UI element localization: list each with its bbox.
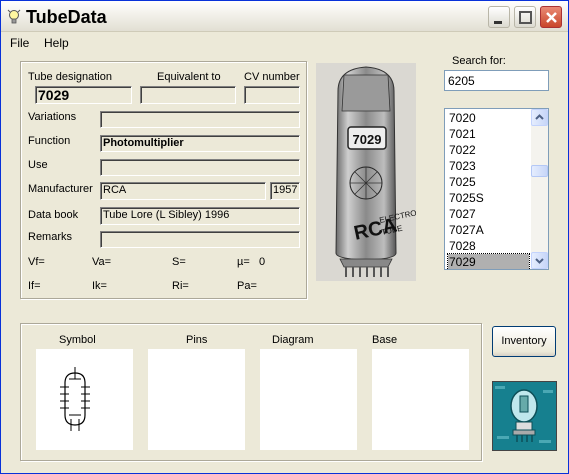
year-field[interactable]: 1957 xyxy=(270,182,300,200)
param-ri: Ri= xyxy=(172,280,189,292)
tube-logo-icon xyxy=(493,382,556,450)
diagram-panel[interactable] xyxy=(260,349,357,450)
symbol-panel[interactable] xyxy=(36,349,133,450)
manufacturer-value: RCA xyxy=(103,184,127,196)
param-mu: µ= xyxy=(237,256,250,268)
tube-photo-code: 7029 xyxy=(353,132,382,147)
chevron-down-icon xyxy=(535,258,544,264)
app-logo xyxy=(492,381,557,451)
tube-list-item[interactable]: 7023 xyxy=(448,158,529,174)
equivalent-label: Equivalent to xyxy=(157,71,221,83)
app-window: TubeData File Help Tube designation Equi… xyxy=(0,0,569,474)
tube-list-item[interactable]: 7021 xyxy=(448,126,529,142)
param-mu-value: 0 xyxy=(259,256,266,268)
tube-list[interactable]: 7020 7021 7022 7023 7025 7025S 7027 7027A 7028 70… xyxy=(444,108,549,270)
tube-list-item[interactable]: 7027A xyxy=(448,222,529,238)
remarks-label: Remarks xyxy=(28,231,73,243)
menu-help[interactable]: Help xyxy=(44,36,69,50)
tube-designation-field[interactable]: 7029 xyxy=(35,86,132,104)
use-field[interactable] xyxy=(100,159,300,176)
remarks-field[interactable] xyxy=(100,231,300,248)
window-title: TubeData xyxy=(26,7,107,27)
symbol-label: Symbol xyxy=(59,334,96,346)
year-value: 1957 xyxy=(273,184,298,196)
lightbulb-icon xyxy=(7,9,21,24)
menu-bar: File Help xyxy=(1,33,568,53)
close-icon xyxy=(546,12,557,23)
param-va: Va= xyxy=(92,256,112,268)
param-pa: Pa= xyxy=(237,280,257,292)
tube-list-item[interactable]: 7028 xyxy=(448,238,529,254)
tube-photo: 7029 RCA ELECTRON TUBE xyxy=(316,63,423,281)
databook-label: Data book xyxy=(28,209,79,221)
maximize-button[interactable] xyxy=(514,6,536,28)
variations-label: Variations xyxy=(28,111,77,123)
scroll-thumb[interactable] xyxy=(531,165,548,177)
minimize-icon xyxy=(494,21,502,24)
param-vf: Vf= xyxy=(28,256,45,268)
tube-list-item[interactable]: 7025S xyxy=(448,190,529,206)
tube-list-scrollbar[interactable] xyxy=(531,109,548,269)
title-bar[interactable]: TubeData xyxy=(1,1,568,32)
tube-photo-graphic: 7029 RCA ELECTRON TUBE xyxy=(316,63,423,281)
tube-list-item[interactable]: 7029 xyxy=(447,253,530,269)
manufacturer-label: Manufacturer xyxy=(28,183,93,195)
function-value: Photomultiplier xyxy=(103,137,184,149)
function-field[interactable]: Photomultiplier xyxy=(100,135,300,152)
cv-number-field[interactable] xyxy=(244,86,300,104)
equivalent-field[interactable] xyxy=(140,86,236,104)
menu-file[interactable]: File xyxy=(10,36,29,50)
diagram-label: Diagram xyxy=(272,334,314,346)
tube-list-item[interactable]: 7027 xyxy=(448,206,529,222)
param-ik: Ik= xyxy=(92,280,107,292)
tube-list-item[interactable]: 7022 xyxy=(448,142,529,158)
databook-field[interactable]: Tube Lore (L Sibley) 1996 xyxy=(100,207,300,225)
close-button[interactable] xyxy=(540,6,562,28)
search-input[interactable] xyxy=(444,70,549,91)
pins-label: Pins xyxy=(186,334,208,346)
scroll-down-button[interactable] xyxy=(531,252,548,269)
minimize-button[interactable] xyxy=(488,6,510,28)
cv-number-label: CV number xyxy=(244,71,300,83)
param-s: S= xyxy=(172,256,186,268)
variations-field[interactable] xyxy=(100,111,300,128)
base-panel[interactable] xyxy=(372,349,469,450)
inventory-button[interactable]: Inventory xyxy=(492,326,556,357)
search-label: Search for: xyxy=(452,55,506,67)
scroll-up-button[interactable] xyxy=(531,109,548,126)
function-label: Function xyxy=(28,135,71,147)
chevron-up-icon xyxy=(535,114,544,120)
use-label: Use xyxy=(28,159,48,171)
tube-list-item[interactable]: 7020 xyxy=(448,110,529,126)
tube-list-item[interactable]: 7025 xyxy=(448,174,529,190)
databook-value: Tube Lore (L Sibley) 1996 xyxy=(103,209,230,221)
param-if: If= xyxy=(28,280,41,292)
tube-symbol-icon xyxy=(60,367,90,431)
pins-panel[interactable] xyxy=(148,349,245,450)
maximize-icon xyxy=(519,11,532,24)
tube-designation-label: Tube designation xyxy=(28,71,112,83)
base-label: Base xyxy=(372,334,398,346)
manufacturer-field[interactable]: RCA xyxy=(100,182,266,200)
tube-designation-value: 7029 xyxy=(38,87,70,103)
